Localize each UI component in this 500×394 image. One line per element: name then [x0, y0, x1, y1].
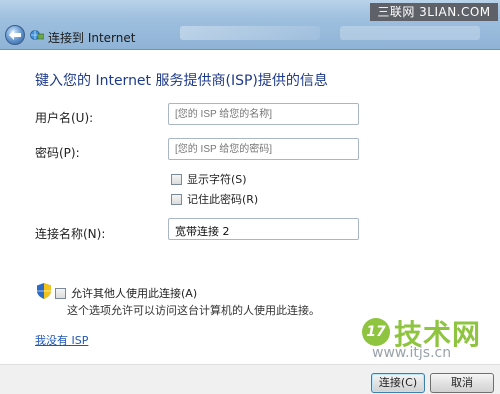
- cancel-button[interactable]: 取消: [430, 373, 494, 393]
- connection-name-label: 连接名称(N):: [35, 227, 106, 241]
- username-field[interactable]: [168, 103, 359, 125]
- allow-description: 这个选项允许可以访问这台计算机的人使用此连接。: [67, 304, 320, 317]
- checkbox-box[interactable]: [171, 173, 182, 185]
- page-heading: 键入您的 Internet 服务提供商(ISP)提供的信息: [35, 73, 328, 89]
- remember-password-label: 记住此密码(R): [187, 193, 259, 206]
- show-chars-label: 显示字符(S): [187, 173, 247, 186]
- allow-others-label: 允许其他人使用此连接(A): [71, 287, 198, 300]
- checkbox-box[interactable]: [55, 287, 66, 299]
- checkbox-box[interactable]: [171, 193, 182, 205]
- watermark-top: 三联网 3LIAN.COM: [370, 3, 498, 21]
- username-label: 用户名(U):: [35, 111, 94, 125]
- connect-button[interactable]: 连接(C): [371, 373, 425, 393]
- network-icon: [30, 30, 44, 40]
- window-title: 连接到 Internet: [48, 31, 136, 45]
- allow-others-checkbox[interactable]: 允许其他人使用此连接(A): [55, 285, 197, 301]
- show-chars-checkbox[interactable]: 显示字符(S): [171, 171, 247, 187]
- back-button[interactable]: [5, 25, 25, 45]
- remember-password-checkbox[interactable]: 记住此密码(R): [171, 191, 258, 207]
- password-field[interactable]: [168, 138, 359, 160]
- footer-bar: [0, 364, 500, 394]
- shield-icon: [37, 283, 51, 299]
- search-bar-blur: [340, 26, 480, 40]
- watermark-logo: 17: [362, 318, 390, 346]
- address-bar-blur: [180, 26, 320, 40]
- watermark-url: www.itjs.cn: [372, 345, 452, 361]
- back-arrow-icon: [9, 30, 21, 40]
- password-label: 密码(P):: [35, 146, 80, 160]
- no-isp-link[interactable]: 我没有 ISP: [35, 332, 88, 348]
- connection-name-field[interactable]: 宽带连接 2: [168, 218, 359, 240]
